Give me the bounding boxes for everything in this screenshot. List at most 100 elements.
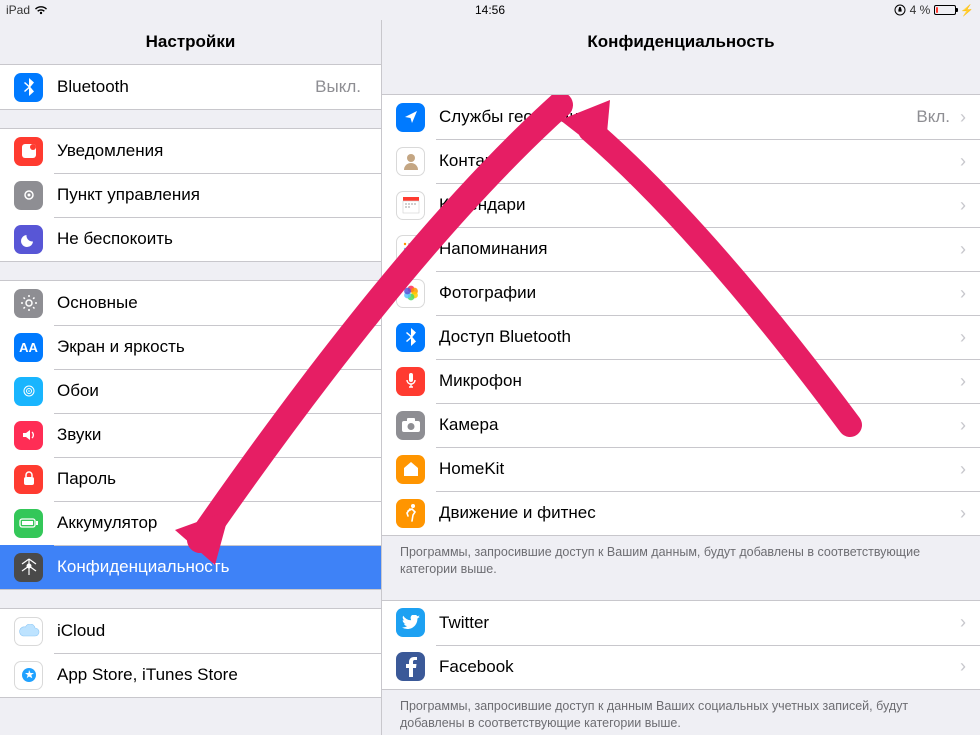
sidebar-item-label: Конфиденциальность	[57, 557, 367, 577]
detail-item-label: Службы геолокации	[439, 107, 916, 127]
status-bar: iPad 14:56 4 % ⚡	[0, 0, 980, 20]
sidebar-item-passcode[interactable]: Пароль	[0, 457, 381, 501]
group-footer: Программы, запросившие доступ к Вашим да…	[382, 536, 980, 582]
chevron-right-icon: ›	[960, 239, 966, 260]
detail-item-calendars[interactable]: Календари ›	[382, 183, 980, 227]
sidebar-item-label: Обои	[57, 381, 367, 401]
settings-sidebar: Настройки Bluetooth Выкл. Уведомления Пу…	[0, 20, 382, 735]
sidebar-group: Основные AA Экран и яркость Обои Звуки П…	[0, 280, 381, 590]
sidebar-item-label: Аккумулятор	[57, 513, 367, 533]
sidebar-item-label: Не беспокоить	[57, 229, 367, 249]
device-label: iPad	[6, 3, 30, 17]
bluetooth-icon	[14, 73, 43, 102]
calendars-icon	[396, 191, 425, 220]
bluetooth-sharing-icon	[396, 323, 425, 352]
sidebar-group: Bluetooth Выкл.	[0, 64, 381, 110]
sidebar-item-label: Пароль	[57, 469, 367, 489]
detail-item-label: Фотографии	[439, 283, 956, 303]
sidebar-item-control-center[interactable]: Пункт управления	[0, 173, 381, 217]
chevron-right-icon: ›	[960, 459, 966, 480]
chevron-right-icon: ›	[960, 612, 966, 633]
detail-item-homekit[interactable]: HomeKit ›	[382, 447, 980, 491]
chevron-right-icon: ›	[960, 283, 966, 304]
sidebar-item-label: Bluetooth	[57, 77, 315, 97]
icloud-icon	[14, 617, 43, 646]
detail-item-camera[interactable]: Камера ›	[382, 403, 980, 447]
detail-item-label: Календари	[439, 195, 956, 215]
control-center-icon	[14, 181, 43, 210]
sidebar-item-label: Основные	[57, 293, 367, 313]
wifi-icon	[34, 5, 48, 15]
sidebar-item-label: Уведомления	[57, 141, 367, 161]
chevron-right-icon: ›	[960, 195, 966, 216]
sidebar-item-bluetooth[interactable]: Bluetooth Выкл.	[0, 65, 381, 109]
sidebar-item-label: App Store, iTunes Store	[57, 665, 367, 685]
sidebar-title: Настройки	[0, 20, 381, 64]
sidebar-item-general[interactable]: Основные	[0, 281, 381, 325]
wallpaper-icon	[14, 377, 43, 406]
sidebar-item-label: iCloud	[57, 621, 367, 641]
sidebar-item-icloud[interactable]: iCloud	[0, 609, 381, 653]
homekit-icon	[396, 455, 425, 484]
detail-group: Службы геолокации Вкл. › Контакты › Кале…	[382, 94, 980, 536]
detail-item-label: Напоминания	[439, 239, 956, 259]
detail-item-twitter[interactable]: Twitter ›	[382, 601, 980, 645]
sidebar-item-do-not-disturb[interactable]: Не беспокоить	[0, 217, 381, 261]
detail-item-label: Камера	[439, 415, 956, 435]
detail-pane: Конфиденциальность Службы геолокации Вкл…	[382, 20, 980, 735]
camera-icon	[396, 411, 425, 440]
sounds-icon	[14, 421, 43, 450]
detail-item-reminders[interactable]: Напоминания ›	[382, 227, 980, 271]
sidebar-item-battery[interactable]: Аккумулятор	[0, 501, 381, 545]
orientation-lock-icon	[894, 4, 906, 16]
detail-item-photos[interactable]: Фотографии ›	[382, 271, 980, 315]
detail-group: Twitter › Facebook ›	[382, 600, 980, 690]
sidebar-item-value: Выкл.	[315, 77, 361, 97]
battery-pct: 4 %	[910, 3, 931, 17]
detail-item-microphone[interactable]: Микрофон ›	[382, 359, 980, 403]
sidebar-group: iCloud App Store, iTunes Store	[0, 608, 381, 698]
contacts-icon	[396, 147, 425, 176]
detail-item-location[interactable]: Службы геолокации Вкл. ›	[382, 95, 980, 139]
microphone-icon	[396, 367, 425, 396]
privacy-icon	[14, 553, 43, 582]
sidebar-item-display[interactable]: AA Экран и яркость	[0, 325, 381, 369]
sidebar-item-appstore[interactable]: App Store, iTunes Store	[0, 653, 381, 697]
detail-item-label: HomeKit	[439, 459, 956, 479]
chevron-right-icon: ›	[960, 107, 966, 128]
clock: 14:56	[475, 3, 505, 17]
detail-item-label: Доступ Bluetooth	[439, 327, 956, 347]
location-icon	[396, 103, 425, 132]
detail-item-bluetooth-sharing[interactable]: Доступ Bluetooth ›	[382, 315, 980, 359]
chevron-right-icon: ›	[960, 327, 966, 348]
charging-icon: ⚡	[960, 4, 974, 17]
appstore-icon	[14, 661, 43, 690]
chevron-right-icon: ›	[960, 371, 966, 392]
detail-item-label: Движение и фитнес	[439, 503, 956, 523]
detail-item-motion[interactable]: Движение и фитнес ›	[382, 491, 980, 535]
detail-item-contacts[interactable]: Контакты ›	[382, 139, 980, 183]
sidebar-item-privacy[interactable]: Конфиденциальность	[0, 545, 381, 589]
battery-icon	[934, 5, 956, 15]
detail-title: Конфиденциальность	[382, 20, 980, 64]
motion-icon	[396, 499, 425, 528]
chevron-right-icon: ›	[960, 656, 966, 677]
chevron-right-icon: ›	[960, 151, 966, 172]
detail-item-facebook[interactable]: Facebook ›	[382, 645, 980, 689]
detail-item-label: Микрофон	[439, 371, 956, 391]
sidebar-item-wallpaper[interactable]: Обои	[0, 369, 381, 413]
detail-item-value: Вкл.	[916, 107, 950, 127]
battery-icon	[14, 509, 43, 538]
sidebar-item-sounds[interactable]: Звуки	[0, 413, 381, 457]
notifications-icon	[14, 137, 43, 166]
detail-item-label: Контакты	[439, 151, 956, 171]
general-icon	[14, 289, 43, 318]
sidebar-item-notifications[interactable]: Уведомления	[0, 129, 381, 173]
chevron-right-icon: ›	[960, 415, 966, 436]
display-icon: AA	[14, 333, 43, 362]
facebook-icon	[396, 652, 425, 681]
group-footer: Программы, запросившие доступ к данным В…	[382, 690, 980, 735]
passcode-icon	[14, 465, 43, 494]
sidebar-item-label: Пункт управления	[57, 185, 367, 205]
detail-item-label: Twitter	[439, 613, 956, 633]
